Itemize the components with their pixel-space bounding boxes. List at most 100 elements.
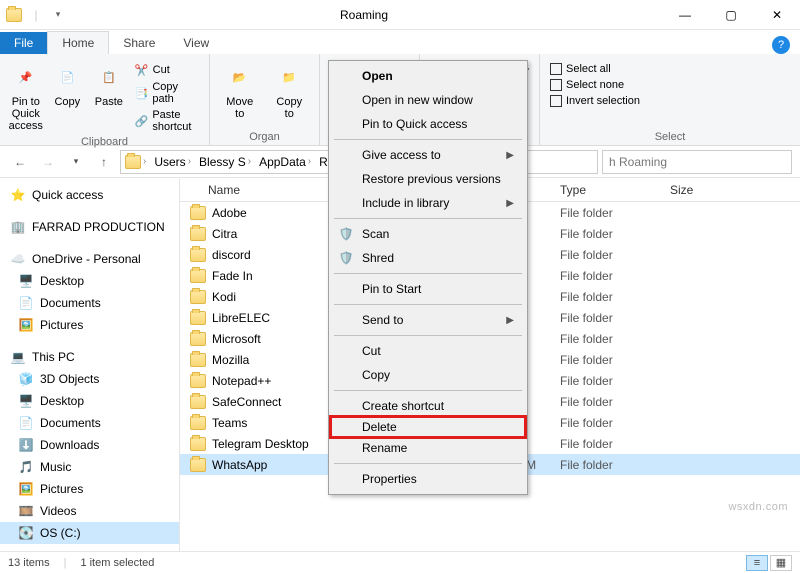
tab-view[interactable]: View xyxy=(169,32,223,54)
large-icons-view-button[interactable]: ▦ xyxy=(770,555,792,571)
file-type: File folder xyxy=(560,311,670,325)
sidebar-farrad[interactable]: 🏢FARRAD PRODUCTION xyxy=(0,216,179,238)
status-count: 13 items xyxy=(8,557,50,569)
up-button[interactable]: ↑ xyxy=(92,150,116,174)
music-icon: 🎵 xyxy=(18,459,34,475)
file-name: Fade In xyxy=(212,269,253,283)
select-all-button[interactable]: Select all xyxy=(548,62,642,76)
sidebar-documents[interactable]: 📄Documents xyxy=(0,412,179,434)
sidebar-3d-objects[interactable]: 🧊3D Objects xyxy=(0,368,179,390)
maximize-button[interactable]: ▢ xyxy=(708,0,754,30)
sidebar-videos[interactable]: 🎞️Videos xyxy=(0,500,179,522)
sidebar-quick-access[interactable]: ⭐Quick access xyxy=(0,184,179,206)
file-type: File folder xyxy=(560,395,670,409)
folder-icon xyxy=(190,206,206,220)
crumb-users[interactable]: Users› xyxy=(150,155,195,169)
tab-file[interactable]: File xyxy=(0,32,47,54)
select-group-label: Select xyxy=(548,129,792,143)
copy-button[interactable]: 📄 Copy xyxy=(50,58,86,108)
sidebar-od-documents[interactable]: 📄Documents xyxy=(0,292,179,314)
copy-path-button[interactable]: 📑Copy path xyxy=(133,80,201,106)
file-type: File folder xyxy=(560,248,670,262)
ctx-rename[interactable]: Rename xyxy=(332,436,524,460)
folder-icon xyxy=(190,374,206,388)
col-type[interactable]: Type xyxy=(560,183,670,197)
folder-icon xyxy=(190,458,206,472)
sidebar-desktop[interactable]: 🖥️Desktop xyxy=(0,390,179,412)
sidebar-onedrive[interactable]: ☁️OneDrive - Personal xyxy=(0,248,179,270)
sidebar-pictures[interactable]: 🖼️Pictures xyxy=(0,478,179,500)
back-button[interactable]: ← xyxy=(8,150,32,174)
desktop-icon: 🖥️ xyxy=(18,393,34,409)
file-type: File folder xyxy=(560,437,670,451)
sidebar-od-pictures[interactable]: 🖼️Pictures xyxy=(0,314,179,336)
watermark: wsxdn.com xyxy=(728,501,788,513)
search-input[interactable]: h Roaming xyxy=(602,150,792,174)
folder-icon xyxy=(190,269,206,283)
sidebar-od-desktop[interactable]: 🖥️Desktop xyxy=(0,270,179,292)
recent-dropdown[interactable]: ▾ xyxy=(64,150,88,174)
ctx-open-new-window[interactable]: Open in new window xyxy=(332,88,524,112)
crumb-appdata[interactable]: AppData› xyxy=(255,155,315,169)
invert-selection-button[interactable]: Invert selection xyxy=(548,94,642,108)
help-icon[interactable]: ? xyxy=(772,36,790,54)
file-type: File folder xyxy=(560,332,670,346)
ctx-copy[interactable]: Copy xyxy=(332,363,524,387)
folder-icon xyxy=(190,332,206,346)
star-icon: ⭐ xyxy=(10,187,26,203)
ctx-include-library[interactable]: Include in library▶ xyxy=(332,191,524,215)
sidebar-this-pc[interactable]: 💻This PC xyxy=(0,346,179,368)
titlebar: | ▾ Roaming — ▢ ✕ xyxy=(0,0,800,30)
ctx-properties[interactable]: Properties xyxy=(332,467,524,491)
folder-icon xyxy=(190,227,206,241)
forward-button[interactable]: → xyxy=(36,150,60,174)
drive-icon: 💽 xyxy=(18,525,34,541)
shield-icon: 🛡️ xyxy=(338,250,354,266)
chevron-right-icon: ▶ xyxy=(506,150,514,161)
tab-home[interactable]: Home xyxy=(47,31,109,54)
ctx-shred[interactable]: 🛡️Shred xyxy=(332,246,524,270)
addr-folder-icon xyxy=(125,155,141,169)
crumb-user[interactable]: Blessy S› xyxy=(195,155,255,169)
ctx-pin-start[interactable]: Pin to Start xyxy=(332,277,524,301)
folder-icon xyxy=(190,437,206,451)
move-to-button[interactable]: 📂 Move to xyxy=(218,58,262,120)
ctx-give-access[interactable]: Give access to▶ xyxy=(332,143,524,167)
ctx-pin-quick-access[interactable]: Pin to Quick access xyxy=(332,112,524,136)
ctx-restore-versions[interactable]: Restore previous versions xyxy=(332,167,524,191)
file-name: Mozilla xyxy=(212,353,249,367)
close-button[interactable]: ✕ xyxy=(754,0,800,30)
file-name: Notepad++ xyxy=(212,374,271,388)
ctx-scan[interactable]: 🛡️Scan xyxy=(332,222,524,246)
ctx-open[interactable]: Open xyxy=(332,64,524,88)
sidebar-os-c[interactable]: 💽OS (C:) xyxy=(0,522,179,544)
context-menu: Open Open in new window Pin to Quick acc… xyxy=(328,60,528,495)
downloads-icon: ⬇️ xyxy=(18,437,34,453)
cube-icon: 🧊 xyxy=(18,371,34,387)
invert-icon xyxy=(550,95,562,107)
pin-quick-access-button[interactable]: 📌 Pin to Quick access xyxy=(8,58,44,132)
select-none-button[interactable]: Select none xyxy=(548,78,642,92)
copy-to-button[interactable]: 📁 Copy to xyxy=(268,58,312,120)
cut-button[interactable]: ✂️Cut xyxy=(133,62,201,78)
paste-shortcut-button[interactable]: 🔗Paste shortcut xyxy=(133,108,201,134)
file-name: LibreELEC xyxy=(212,311,270,325)
copy-icon: 📄 xyxy=(51,62,83,94)
col-size[interactable]: Size xyxy=(670,183,730,197)
qat-dropdown-icon[interactable]: ▾ xyxy=(50,7,66,23)
nav-sidebar[interactable]: ⭐Quick access 🏢FARRAD PRODUCTION ☁️OneDr… xyxy=(0,178,180,551)
shield-icon: 🛡️ xyxy=(338,226,354,242)
tab-share[interactable]: Share xyxy=(109,32,169,54)
paste-button[interactable]: 📋 Paste xyxy=(91,58,127,108)
ctx-send-to[interactable]: Send to▶ xyxy=(332,308,524,332)
details-view-button[interactable]: ≡ xyxy=(746,555,768,571)
sidebar-music[interactable]: 🎵Music xyxy=(0,456,179,478)
file-name: Citra xyxy=(212,227,237,241)
paste-label: Paste xyxy=(95,96,123,108)
ctx-cut[interactable]: Cut xyxy=(332,339,524,363)
file-type: File folder xyxy=(560,416,670,430)
sidebar-downloads[interactable]: ⬇️Downloads xyxy=(0,434,179,456)
minimize-button[interactable]: — xyxy=(662,0,708,30)
pictures-icon: 🖼️ xyxy=(18,317,34,333)
organize-group-label: Organ xyxy=(218,129,311,143)
